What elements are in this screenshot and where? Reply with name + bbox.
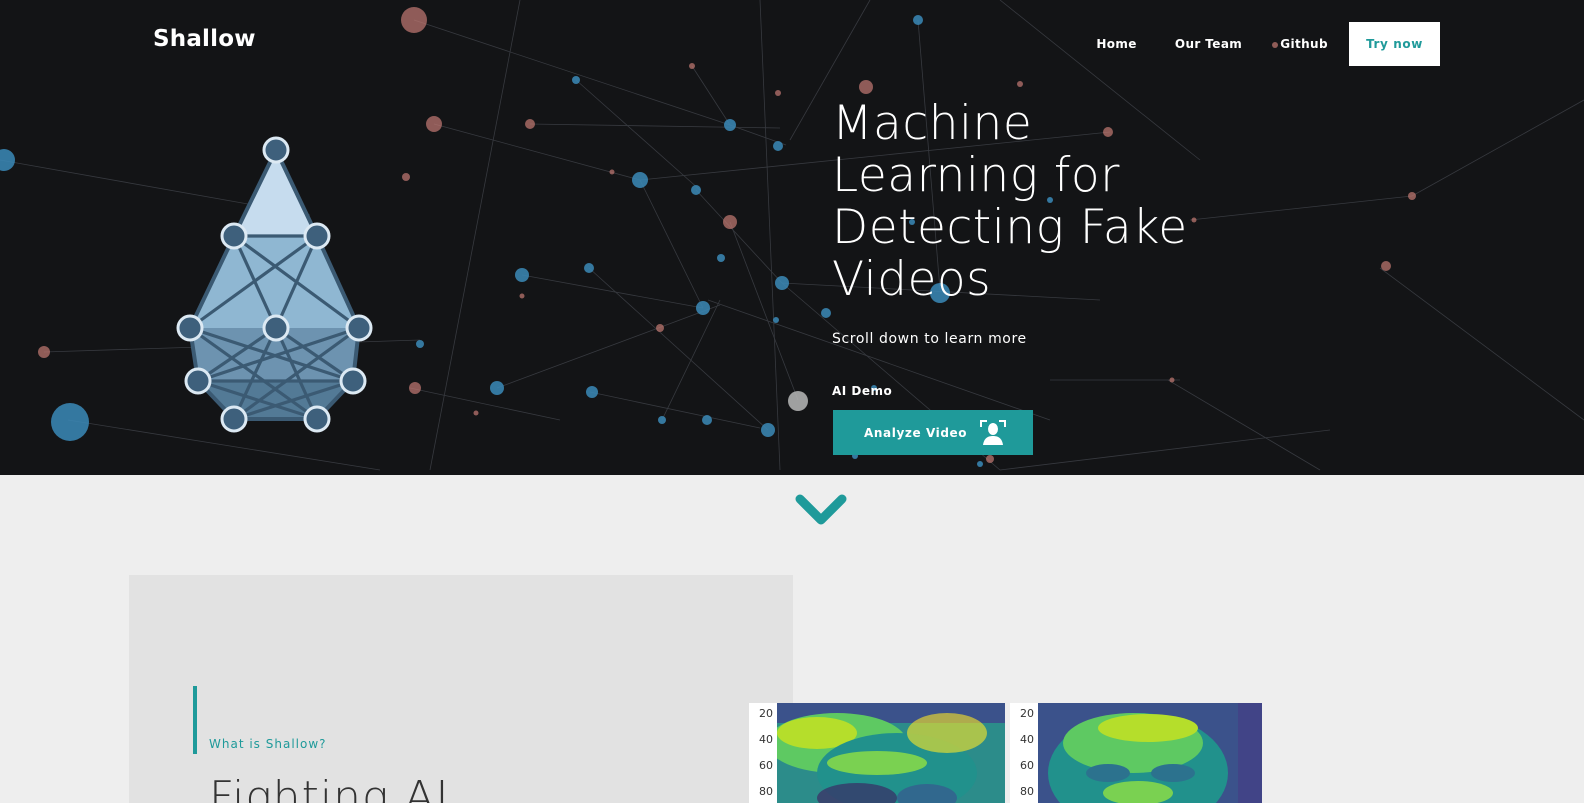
chevron-down-icon[interactable] xyxy=(795,493,847,529)
face-heatmap-image: 20 40 60 80 xyxy=(749,703,1005,803)
heatmap-tick: 60 xyxy=(1020,759,1034,772)
heatmap-y-ticks: 20 40 60 80 xyxy=(749,703,777,803)
hero-title: Machine Learning for Detecting Fake Vide… xyxy=(832,96,1188,307)
network-logo-icon xyxy=(176,136,373,433)
heatmap-tick: 20 xyxy=(1020,707,1034,720)
heatmap-face-image xyxy=(777,703,1005,803)
face-heatmap-image: 20 40 60 80 xyxy=(1010,703,1262,803)
face-scan-icon xyxy=(980,419,1007,445)
try-now-button[interactable]: Try now xyxy=(1349,22,1440,66)
heatmap-tick: 40 xyxy=(1020,733,1034,746)
heatmap-tick: 40 xyxy=(759,733,773,746)
about-eyebrow: What is Shallow? xyxy=(209,737,327,751)
brand-logo-text[interactable]: Shallow xyxy=(153,26,256,52)
about-accent-bar xyxy=(193,686,197,754)
about-heading: Fighting AI xyxy=(209,772,450,803)
hero-section: Shallow Home Our Team Github Try now Mac… xyxy=(0,0,1584,475)
analyze-video-label: Analyze Video xyxy=(864,425,968,440)
nav-home-link[interactable]: Home xyxy=(1096,37,1137,51)
nav-our-team-link[interactable]: Our Team xyxy=(1175,37,1242,51)
heatmap-y-ticks: 20 40 60 80 xyxy=(1010,703,1038,803)
main-nav: Home Our Team Github Try now xyxy=(1096,22,1440,66)
heatmap-tick: 20 xyxy=(759,707,773,720)
about-card xyxy=(129,575,793,803)
analyze-video-button[interactable]: Analyze Video xyxy=(833,410,1033,455)
heatmap-tick: 60 xyxy=(759,759,773,772)
heatmap-tick: 80 xyxy=(1020,785,1034,798)
heatmap-tick: 80 xyxy=(759,785,773,798)
heatmap-face-image xyxy=(1038,703,1262,803)
nav-github-link[interactable]: Github xyxy=(1280,37,1328,51)
hero-subtitle: Scroll down to learn more xyxy=(832,331,1027,347)
ai-demo-label: AI Demo xyxy=(832,384,893,398)
